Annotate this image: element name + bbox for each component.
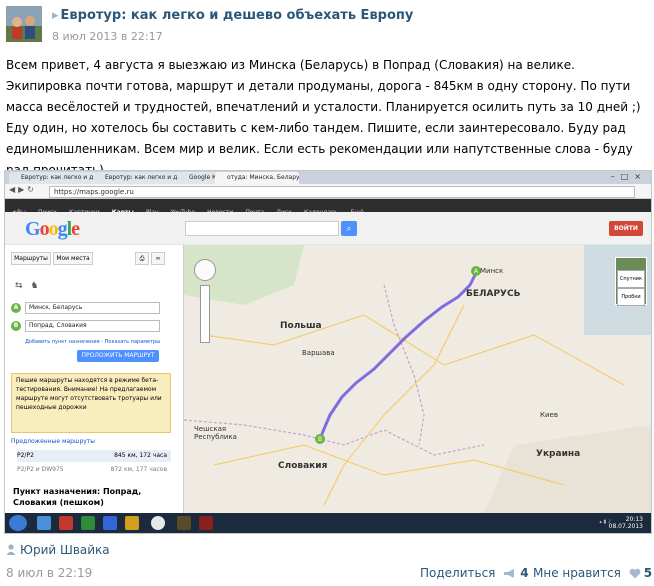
post-date[interactable]: 8 июл 2013 в 22:17 xyxy=(52,30,163,43)
svg-text:B: B xyxy=(318,436,322,443)
route-row: P2/P2 и DW975 872 км, 177 часов xyxy=(17,464,171,476)
word-icon xyxy=(103,516,117,530)
map-canvas: A B xyxy=(184,245,651,513)
map-label-minsk: Минск xyxy=(480,267,504,275)
browser-tab-active: отуда: Минска, Беларусь xyxy=(215,172,299,184)
map-view: A B Спутник Пробки БЕЛАРУСЬ Минск Польша… xyxy=(184,245,651,513)
map-label-belarus: БЕЛАРУСЬ xyxy=(466,289,521,299)
windows-taskbar: ▴ ▮ ♪ 20:13 08.07.2013 xyxy=(5,513,651,533)
heart-icon xyxy=(629,568,641,579)
share-label: Поделиться xyxy=(420,566,496,580)
search-icon: ⌕ xyxy=(341,221,357,236)
suggested-routes-heading: Предложенные маршруты xyxy=(11,438,96,445)
zoom-slider-icon xyxy=(200,285,210,343)
marker-a-icon: A xyxy=(11,303,21,313)
waypoint-b: B Попрад, Словакия xyxy=(11,320,160,332)
route-name: P2/P2 xyxy=(17,452,34,459)
map-label-ukraine: Украина xyxy=(536,449,581,459)
clock-time: 20:13 xyxy=(625,516,643,523)
google-header: Google ⌕ ВОЙТИ xyxy=(5,212,651,245)
map-label-warsaw: Варшава xyxy=(302,349,335,357)
nav-arrows-icon: ◀▶↻ xyxy=(9,185,38,194)
from-field: Минск, Беларусь xyxy=(25,302,160,314)
beta-notice: Пешие маршруты находятся в режиме бета-т… xyxy=(11,373,171,433)
explorer-icon xyxy=(37,516,51,530)
share-count: 4 xyxy=(520,566,529,580)
chrome-icon xyxy=(151,516,165,530)
windows-start-icon xyxy=(9,515,27,531)
footer-date[interactable]: 8 июл в 22:19 xyxy=(6,566,92,580)
route-value: 845 км, 172 часа xyxy=(114,452,167,459)
add-point-link: Добавить пункт назначения - Показать пар… xyxy=(25,339,161,345)
app-icon xyxy=(177,516,191,530)
route-row: P2/P2 845 км, 172 часа xyxy=(17,450,171,462)
like-button[interactable]: Мне нравится 5 xyxy=(533,566,652,580)
attached-screenshot[interactable]: Евротур: как легко и дешево об... Евроту… xyxy=(4,170,652,534)
window-controls-icon: –□× xyxy=(610,172,647,181)
marker-b-icon: B xyxy=(11,321,21,331)
waypoint-a: A Минск, Беларусь xyxy=(11,302,160,314)
user-icon xyxy=(6,544,16,555)
post-header: ▸ Евротур: как легко и дешево объехать Ев… xyxy=(0,0,654,52)
google-bar: +Вы Поиск Картинки Карты Play YouTube Но… xyxy=(5,199,651,216)
browser-tab: Евротур: как легко и дешево об... xyxy=(93,172,185,184)
print-icon: ⎙ xyxy=(135,252,149,265)
files-icon xyxy=(125,516,139,530)
post-title-text[interactable]: Евротур: как легко и дешево объехать Евр… xyxy=(61,8,414,23)
travel-modes-icon: ⇆♞ xyxy=(15,281,47,291)
url-field: https://maps.google.ru xyxy=(49,186,635,198)
signin-button: ВОЙТИ xyxy=(609,221,643,236)
satellite-button: Спутник xyxy=(617,270,645,288)
my-places-button: Мои места xyxy=(53,252,93,265)
route-name: P2/P2 и DW975 xyxy=(17,466,64,473)
wall-post: ▸ Евротур: как легко и дешево объехать Ев… xyxy=(0,0,654,586)
maps-search-input xyxy=(185,221,339,236)
post-title[interactable]: ▸ Евротур: как легко и дешево объехать Ев… xyxy=(52,8,413,23)
to-field: Попрад, Словакия xyxy=(25,320,160,332)
taskbar-clock: 20:13 08.07.2013 xyxy=(609,516,643,530)
opera-icon xyxy=(59,516,73,530)
route-value: 872 км, 177 часов xyxy=(110,466,167,473)
google-logo: Google xyxy=(25,218,80,240)
destination-heading: Пункт назначения: Попрад, Словакия (пешк… xyxy=(13,487,142,507)
avatar[interactable] xyxy=(6,6,42,42)
app-icon xyxy=(199,516,213,530)
like-count: 5 xyxy=(643,566,653,580)
clock-date: 08.07.2013 xyxy=(608,523,643,530)
browser-tab: Евротур: как легко и дешево об... xyxy=(9,172,101,184)
share-button[interactable]: Поделиться 4 xyxy=(420,566,529,580)
directions-panel: Маршруты Мои места ⎙ ∞ ⇆♞ A Минск, Белар… xyxy=(5,245,184,513)
traffic-button: Пробки xyxy=(617,288,645,306)
map-label-poland: Польша xyxy=(280,321,322,331)
map-label-slovakia: Словакия xyxy=(278,461,328,471)
post-author[interactable]: Юрий Швайка xyxy=(6,543,110,557)
address-bar: ◀▶↻ https://maps.google.ru xyxy=(5,184,651,199)
map-label-czech: Чешская Республика xyxy=(194,425,237,441)
pan-control-icon xyxy=(194,259,216,281)
map-label-kiev: Киев xyxy=(540,411,558,419)
like-label: Мне нравится xyxy=(533,566,621,580)
excel-icon xyxy=(81,516,95,530)
author-name[interactable]: Юрий Швайка xyxy=(20,543,110,557)
megaphone-icon xyxy=(504,569,515,578)
post-text: Всем привет, 4 августа я выезжаю из Минс… xyxy=(6,58,641,177)
browser-tabs: Евротур: как легко и дешево об... Евроту… xyxy=(5,171,651,184)
get-directions-button: ПРОЛОЖИТЬ МАРШРУТ xyxy=(77,350,159,362)
routes-button: Маршруты xyxy=(11,252,51,265)
link-icon: ∞ xyxy=(151,252,165,265)
arrow-icon: ▸ xyxy=(52,8,59,23)
